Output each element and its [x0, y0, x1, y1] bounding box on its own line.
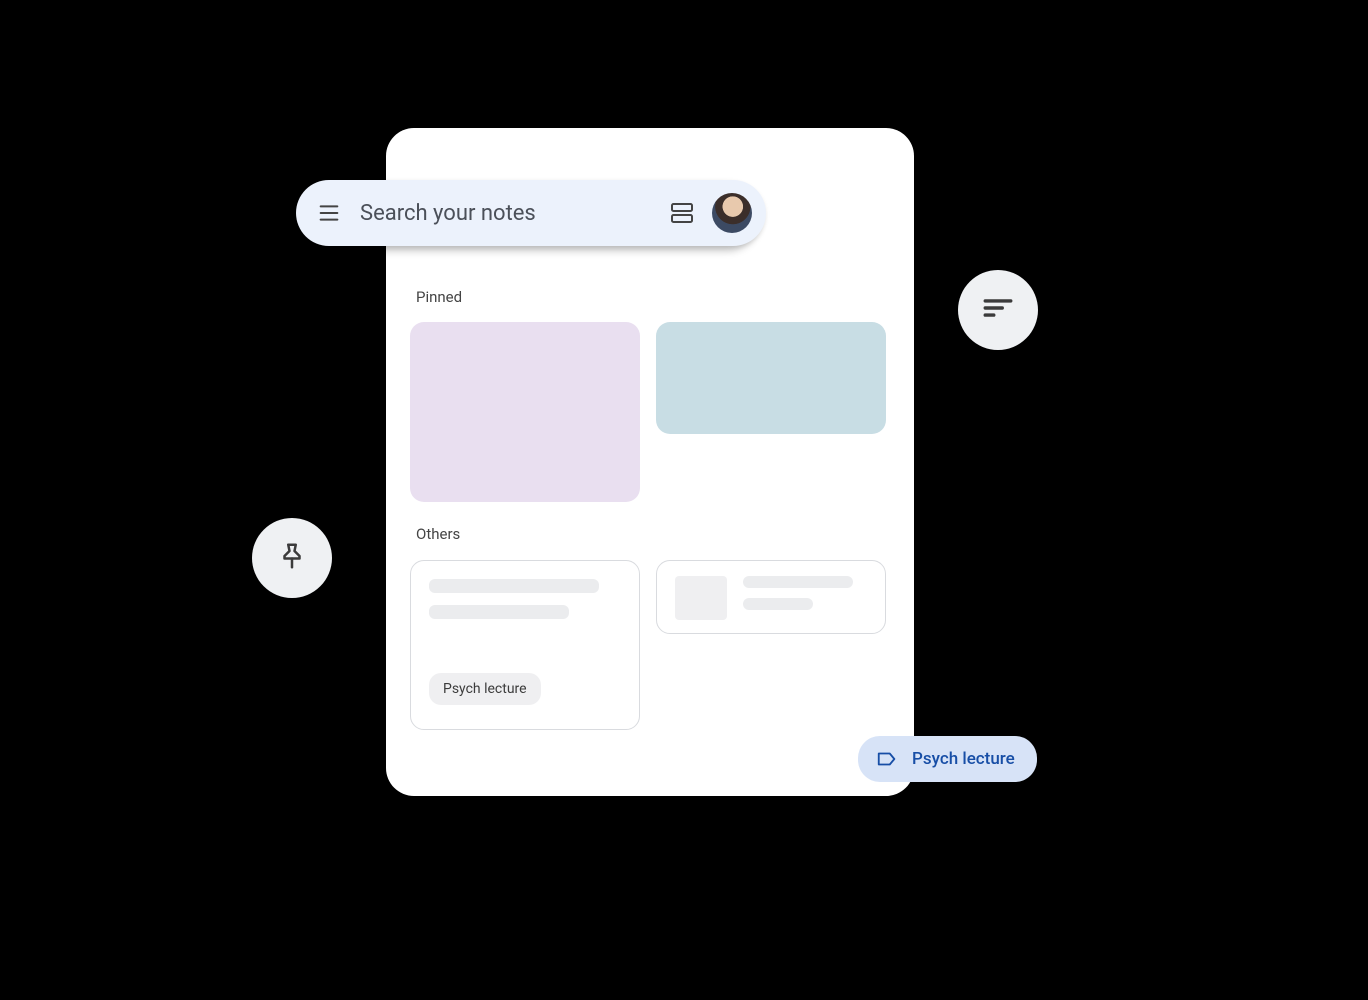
- pinned-note-2[interactable]: [656, 322, 886, 434]
- label-chip-text: Psych lecture: [912, 749, 1015, 769]
- menu-icon[interactable]: [316, 203, 342, 223]
- label-chip[interactable]: Psych lecture: [858, 736, 1037, 782]
- pin-icon-button[interactable]: [252, 518, 332, 598]
- avatar[interactable]: [712, 193, 752, 233]
- label-icon: [876, 748, 898, 770]
- sort-icon-button[interactable]: [958, 270, 1038, 350]
- search-bar[interactable]: Search your notes: [296, 180, 766, 246]
- text-line-placeholder: [429, 605, 569, 619]
- note-label-tag[interactable]: Psych lecture: [429, 673, 541, 705]
- note-thumbnail-placeholder: [675, 576, 727, 620]
- list-view-icon[interactable]: [670, 201, 694, 225]
- text-line-placeholder: [743, 576, 853, 588]
- sort-icon: [981, 291, 1015, 329]
- text-line-placeholder: [429, 579, 599, 593]
- other-note-1[interactable]: Psych lecture: [410, 560, 640, 730]
- pinned-note-1[interactable]: [410, 322, 640, 502]
- section-others-label: Others: [416, 525, 460, 543]
- text-line-placeholder: [743, 598, 813, 610]
- section-pinned-label: Pinned: [416, 288, 462, 306]
- pin-icon: [277, 541, 307, 575]
- other-note-2[interactable]: [656, 560, 886, 634]
- search-placeholder[interactable]: Search your notes: [360, 201, 652, 226]
